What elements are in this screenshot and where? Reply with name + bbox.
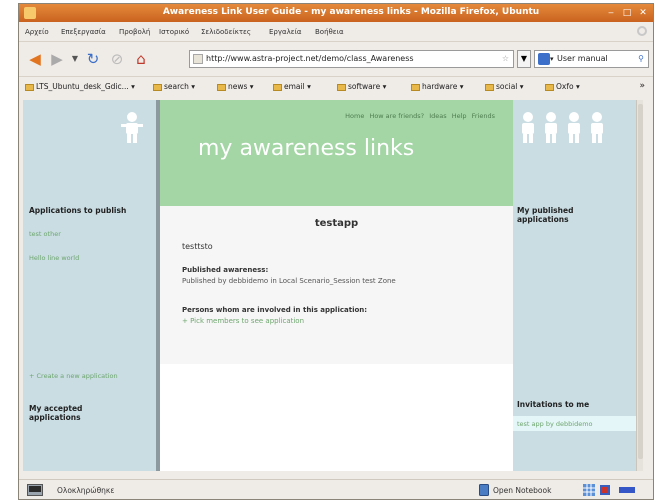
bookmark-folder[interactable]: LTS_Ubuntu_desk_Gdic... ▾	[25, 82, 135, 91]
site-header: Home How are friends? Ideas Help Friends…	[160, 100, 513, 206]
url-dropdown-icon[interactable]: ▼	[517, 50, 531, 68]
loading-throbber-icon	[637, 26, 647, 36]
stop-icon[interactable]: ⊘	[109, 51, 125, 67]
left-app-link[interactable]: test other	[29, 230, 61, 238]
status-text: Ολοκληρώθηκε	[57, 486, 115, 495]
accepted-applications-title: My accepted applications	[29, 404, 83, 422]
notebook-icon	[479, 484, 489, 496]
create-application-link[interactable]: + Create a new application	[29, 372, 118, 380]
url-text: http://www.astra-project.net/demo/class_…	[206, 54, 414, 63]
menu-bar: Αρχείο Επεξεργασία Προβολή Ιστορικό Σελι…	[19, 23, 653, 41]
addon-icon[interactable]	[599, 484, 611, 496]
chevron-down-icon[interactable]: »	[639, 81, 645, 91]
firefox-icon	[24, 7, 36, 19]
published-awareness-text: Published by debbidemo in Local Scenario…	[182, 277, 396, 285]
search-icon[interactable]: ⚲	[638, 51, 644, 67]
page-content: Applications to publish test other Hello…	[23, 100, 643, 471]
left-sidebar: Applications to publish test other Hello…	[23, 100, 156, 471]
home-icon[interactable]: ⌂	[133, 51, 149, 67]
top-link[interactable]: Ideas	[429, 112, 446, 120]
page-favicon-icon	[193, 54, 203, 64]
person-icon	[121, 112, 143, 143]
top-link[interactable]: How are friends?	[369, 112, 424, 120]
bookmark-folder[interactable]: news ▾	[217, 82, 254, 91]
menu-bookmarks[interactable]: Σελιδοδείκτες	[201, 28, 251, 36]
vertical-scrollbar[interactable]	[636, 100, 643, 471]
folder-icon	[25, 83, 34, 91]
maximize-button[interactable]: □	[621, 7, 633, 19]
menu-history[interactable]: Ιστορικό	[159, 28, 189, 36]
top-link[interactable]: Friends	[472, 112, 495, 120]
back-arrow-icon[interactable]: ◀	[27, 51, 43, 67]
bookmark-folder[interactable]: email ▾	[273, 82, 311, 91]
bookmark-star-icon[interactable]: ☆	[502, 51, 509, 67]
window-title: Awareness Link User Guide - my awareness…	[162, 7, 540, 17]
pick-members-link[interactable]: + Pick members to see application	[182, 317, 304, 325]
published-awareness-label: Published awareness:	[182, 266, 269, 274]
menu-view[interactable]: Προβολή	[119, 28, 150, 36]
menu-tools[interactable]: Εργαλεία	[269, 28, 302, 36]
navigation-toolbar: ◀ ▶ ▼ ↻ ⊘ ⌂ http://www.astra-project.net…	[19, 41, 653, 77]
search-engine-icon[interactable]	[538, 53, 550, 65]
top-link-home[interactable]: Home	[345, 112, 364, 120]
menu-help[interactable]: Βοήθεια	[315, 28, 344, 36]
right-sidebar: My published applications Invitations to…	[513, 100, 636, 471]
folder-icon	[337, 83, 346, 91]
bookmark-folder[interactable]: hardware ▾	[411, 82, 463, 91]
bookmark-folder[interactable]: social ▾	[485, 82, 524, 91]
bookmark-folder[interactable]: search ▾	[153, 82, 195, 91]
left-app-link[interactable]: Hello line world	[29, 254, 79, 262]
search-engine-dropdown-icon[interactable]: ▾	[550, 51, 554, 67]
top-links: Home How are friends? Ideas Help Friends	[342, 112, 495, 120]
folder-icon	[217, 83, 226, 91]
top-link[interactable]: Help	[452, 112, 467, 120]
folder-icon	[273, 83, 282, 91]
reload-icon[interactable]: ↻	[85, 51, 101, 67]
folder-icon	[545, 83, 554, 91]
screen-icon	[27, 484, 43, 496]
title-bar: Awareness Link User Guide - my awareness…	[19, 4, 653, 22]
bookmark-folder[interactable]: Oxfo ▾	[545, 82, 580, 91]
grid-icon[interactable]	[583, 484, 595, 496]
application-detail: testapp testtsto Published awareness: Pu…	[160, 206, 513, 364]
history-dropdown-icon[interactable]: ▼	[67, 51, 83, 67]
published-applications-title: My published applications	[517, 206, 574, 224]
menu-file[interactable]: Αρχείο	[25, 28, 49, 36]
search-input[interactable]: ▾ User manual ⚲	[534, 50, 649, 68]
scrollbar-thumb[interactable]	[638, 104, 643, 459]
folder-icon	[485, 83, 494, 91]
forward-arrow-icon[interactable]: ▶	[49, 51, 65, 67]
invitations-title: Invitations to me	[517, 400, 590, 409]
application-name: testtsto	[182, 242, 213, 251]
folder-icon	[411, 83, 420, 91]
menu-edit[interactable]: Επεξεργασία	[61, 28, 106, 36]
invitation-item[interactable]: test app by debbidemo	[513, 416, 636, 431]
bookmarks-toolbar: LTS_Ubuntu_desk_Gdic... ▾ search ▾ news …	[19, 76, 653, 98]
invitation-link[interactable]: test app by debbidemo	[517, 420, 593, 428]
url-bar[interactable]: http://www.astra-project.net/demo/class_…	[189, 50, 514, 68]
search-text: User manual	[557, 54, 608, 63]
close-button[interactable]: ✕	[637, 7, 649, 19]
browser-window: Awareness Link User Guide - my awareness…	[18, 3, 654, 500]
status-bar: Ολοκληρώθηκε Open Notebook	[19, 479, 653, 499]
open-notebook-link[interactable]: Open Notebook	[493, 486, 551, 495]
page-title: my awareness links	[198, 136, 415, 161]
application-title: testapp	[314, 218, 359, 229]
applications-to-publish-title: Applications to publish	[29, 206, 127, 215]
main-column: Home How are friends? Ideas Help Friends…	[160, 100, 513, 471]
people-group-icon	[522, 112, 603, 143]
folder-icon	[153, 83, 162, 91]
members-label: Persons whom are involved in this applic…	[182, 306, 368, 314]
addon-bar-icon[interactable]	[619, 487, 635, 493]
bookmark-folder[interactable]: software ▾	[337, 82, 386, 91]
minimize-button[interactable]: ‒	[605, 7, 617, 19]
